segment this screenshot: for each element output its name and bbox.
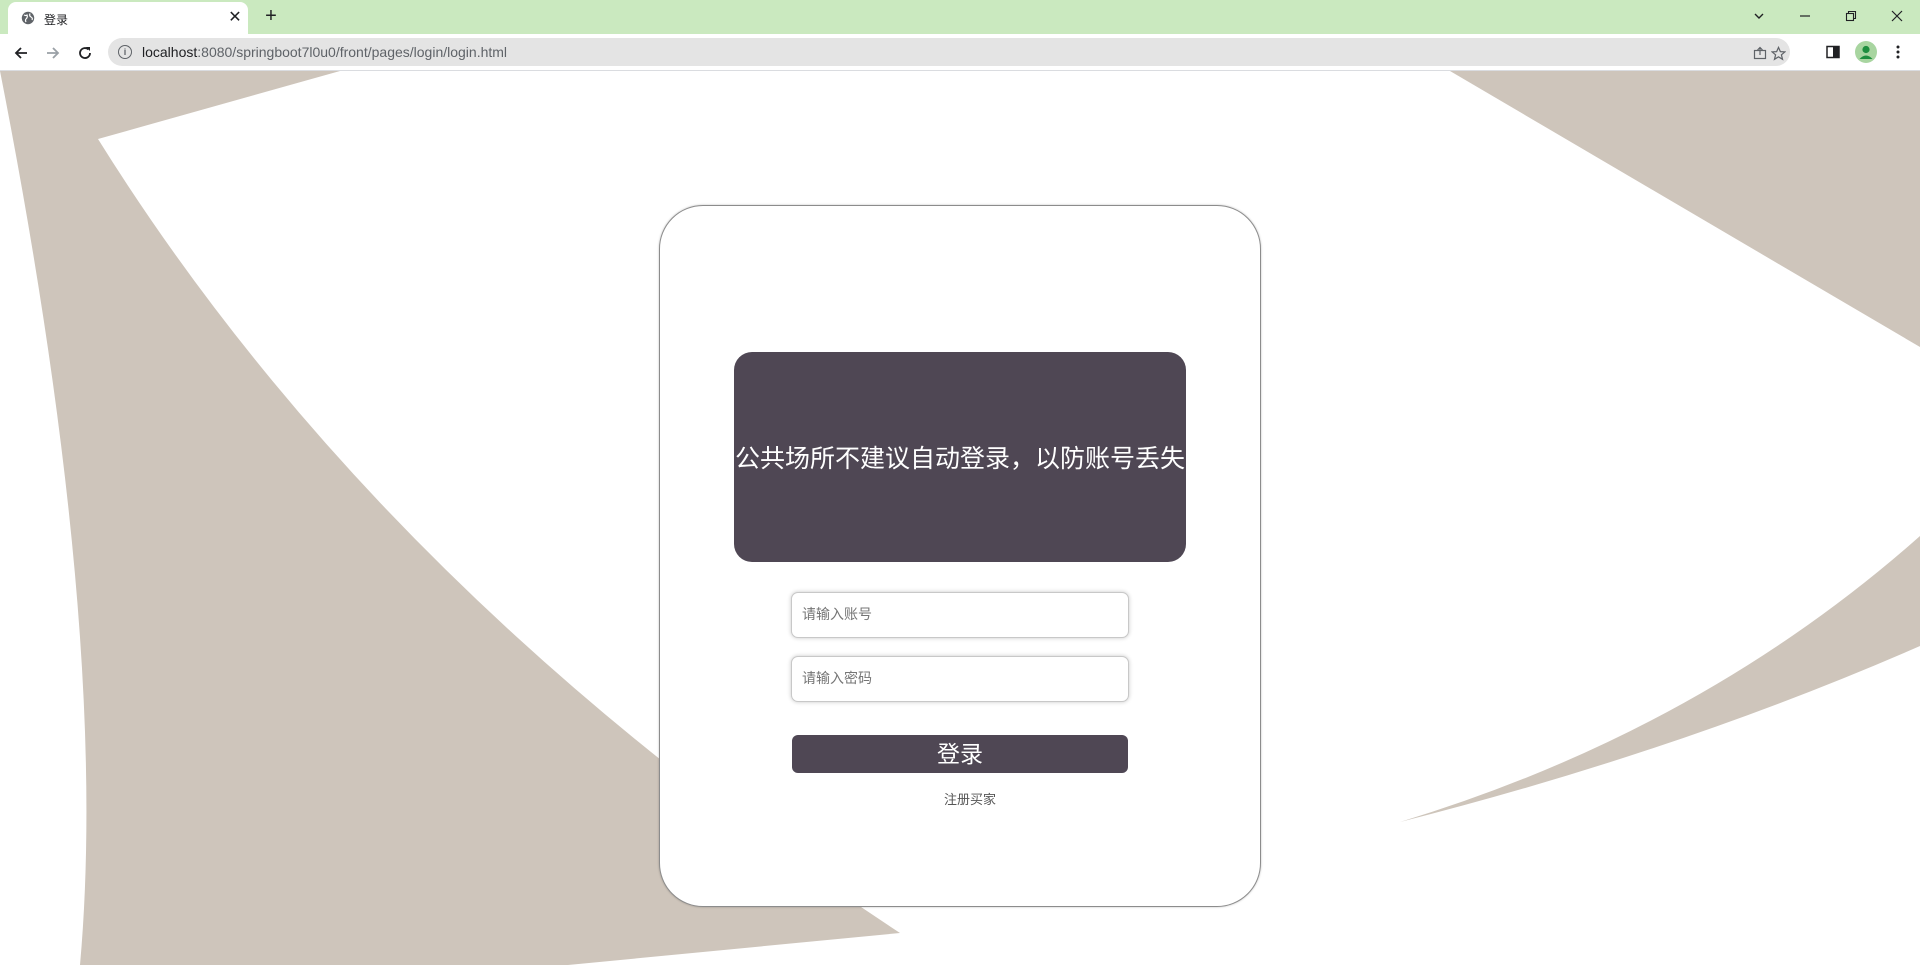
browser-toolbar: i localhost:8080/springboot7l0u0/front/p… [0,34,1920,71]
tab-search-icon[interactable] [1747,3,1771,27]
background-shape-right [1400,536,1920,822]
url-host: localhost [142,44,198,60]
new-tab-button[interactable]: + [260,5,282,27]
forward-icon[interactable] [41,40,65,64]
background-shape-top-right [1450,71,1920,347]
notice-banner: 公共场所不建议自动登录，以防账号丢失 [734,352,1186,562]
info-icon[interactable]: i [118,45,132,59]
register-buyer-link[interactable]: 注册买家 [660,789,1280,808]
url-path: :8080/springboot7l0u0/front/pages/login/… [197,44,508,60]
password-input[interactable] [791,656,1129,702]
profile-icon[interactable] [1855,41,1877,63]
address-bar[interactable]: i localhost:8080/springboot7l0u0/front/p… [108,38,1790,66]
browser-tab-strip: 登录 ✕ + [0,0,1920,34]
reload-icon[interactable] [73,40,97,64]
close-icon[interactable] [1885,3,1909,27]
account-input[interactable] [791,592,1129,638]
login-button[interactable]: 登录 [792,735,1128,773]
globe-icon [21,11,35,25]
side-panel-icon[interactable] [1821,40,1845,64]
login-page: 公共场所不建议自动登录，以防账号丢失 登录 注册买家 [0,71,1920,965]
menu-icon[interactable] [1886,40,1910,64]
notice-text: 公共场所不建议自动登录，以防账号丢失 [734,444,1185,473]
share-icon[interactable] [1750,42,1770,62]
browser-tab[interactable]: 登录 ✕ [8,2,248,34]
restore-icon[interactable] [1839,3,1863,27]
back-icon[interactable] [9,40,33,64]
url-text: localhost:8080/springboot7l0u0/front/pag… [142,44,507,60]
bookmark-star-icon[interactable] [1768,42,1788,62]
login-card: 公共场所不建议自动登录，以防账号丢失 登录 注册买家 [659,205,1261,907]
tab-title: 登录 [44,13,69,27]
minimize-icon[interactable] [1793,3,1817,27]
tab-close-icon[interactable]: ✕ [226,9,244,27]
